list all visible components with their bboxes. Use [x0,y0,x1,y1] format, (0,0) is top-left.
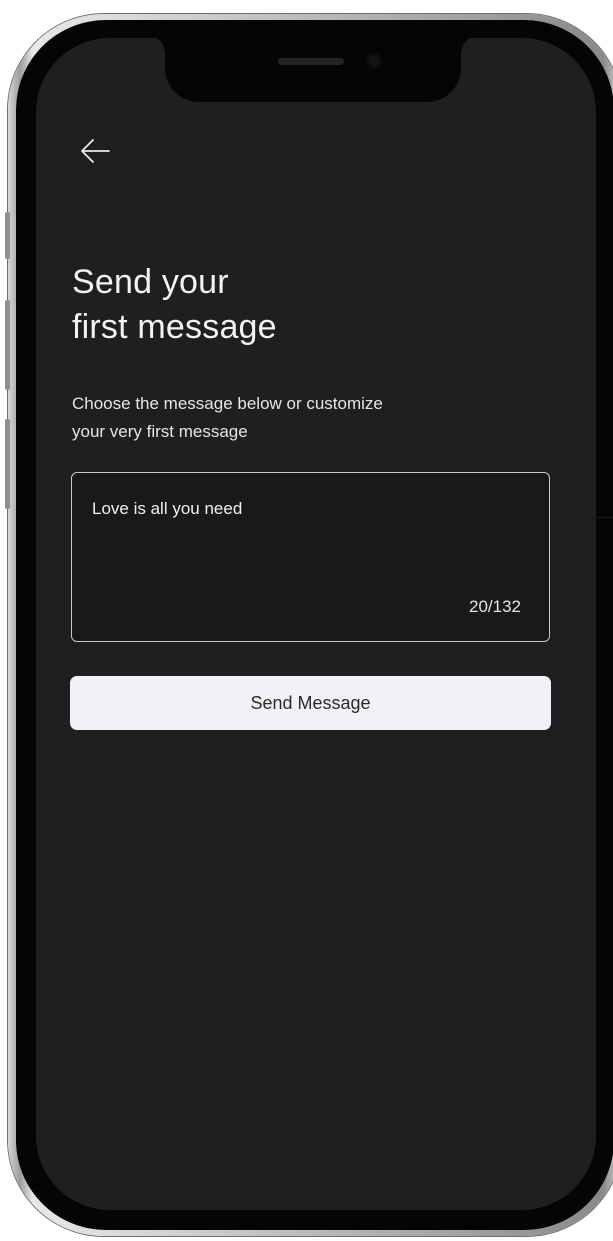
mute-switch [5,212,10,259]
volume-down-button [5,419,10,509]
character-counter: 20/132 [469,597,521,616]
page-title: Send your first message [72,260,532,350]
volume-up-button [5,300,10,390]
page-subtitle: Choose the message below or customize yo… [72,390,532,446]
front-camera-icon [366,53,382,69]
arrow-left-icon[interactable] [78,134,112,168]
page-subtitle-line-2: your very first message [72,422,248,441]
send-message-button[interactable]: Send Message [70,676,551,730]
phone-screen: Send your first message Choose the messa… [36,38,596,1210]
speaker-grille [278,58,344,65]
mockup-stage: Send your first message Choose the messa… [0,0,613,1241]
annotation-line [550,517,613,518]
page-title-line-2: first message [72,308,277,346]
notch [149,38,477,102]
message-textarea[interactable]: Love is all you need 20/132 [71,472,550,642]
page-subtitle-line-1: Choose the message below or customize [72,394,383,413]
page-title-line-1: Send your [72,263,229,301]
message-text: Love is all you need [92,499,243,518]
